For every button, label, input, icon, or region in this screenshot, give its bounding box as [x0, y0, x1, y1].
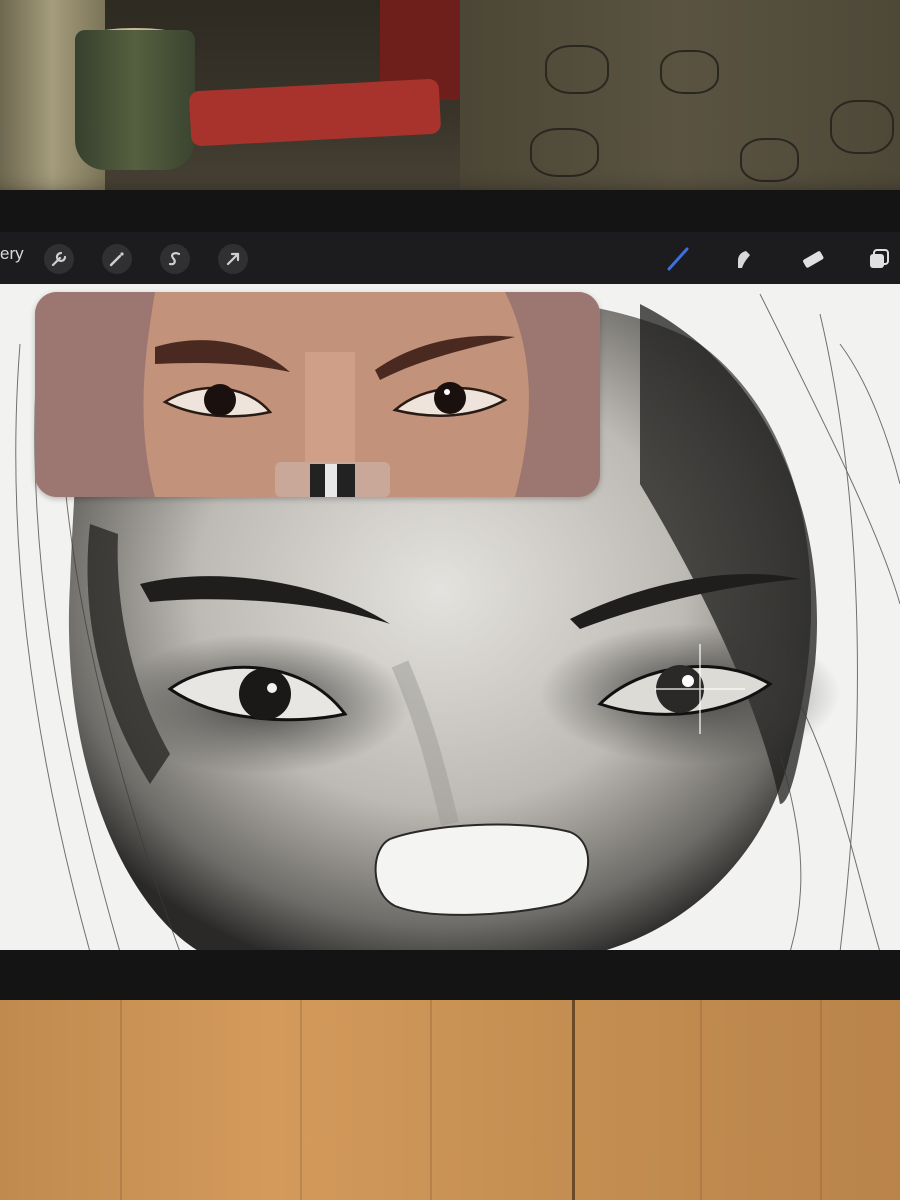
- sticker: [830, 100, 894, 154]
- eraser-icon[interactable]: [798, 244, 828, 274]
- wood-grain: [120, 1000, 122, 1200]
- sticker: [660, 50, 719, 94]
- toolbar: ery: [0, 232, 900, 284]
- sticker: [530, 128, 599, 177]
- background-sticker-box: [460, 0, 900, 200]
- wood-grain: [300, 1000, 302, 1200]
- reference-photo[interactable]: [35, 292, 600, 497]
- brush-icon[interactable]: [663, 244, 693, 274]
- gallery-button[interactable]: ery: [0, 244, 24, 264]
- background-room: [0, 0, 900, 200]
- actions-wrench-icon[interactable]: [44, 244, 74, 274]
- smudge-icon[interactable]: [729, 244, 759, 274]
- transform-arrow-icon[interactable]: [218, 244, 248, 274]
- background-red-case: [188, 78, 442, 147]
- wood-grain: [820, 1000, 822, 1200]
- reference-face-image: [35, 292, 600, 497]
- wood-grain: [430, 1000, 432, 1200]
- wood-grain: [700, 1000, 702, 1200]
- wooden-desk: [0, 1000, 900, 1200]
- sticker: [740, 138, 799, 182]
- procreate-screen: ery: [0, 232, 900, 950]
- drawing-canvas[interactable]: [0, 284, 900, 950]
- sticker: [545, 45, 609, 94]
- adjustments-wand-icon[interactable]: [102, 244, 132, 274]
- background-mug: [75, 30, 195, 170]
- layers-icon[interactable]: [864, 244, 894, 274]
- desk-seam: [572, 1000, 575, 1200]
- selection-s-icon[interactable]: [160, 244, 190, 274]
